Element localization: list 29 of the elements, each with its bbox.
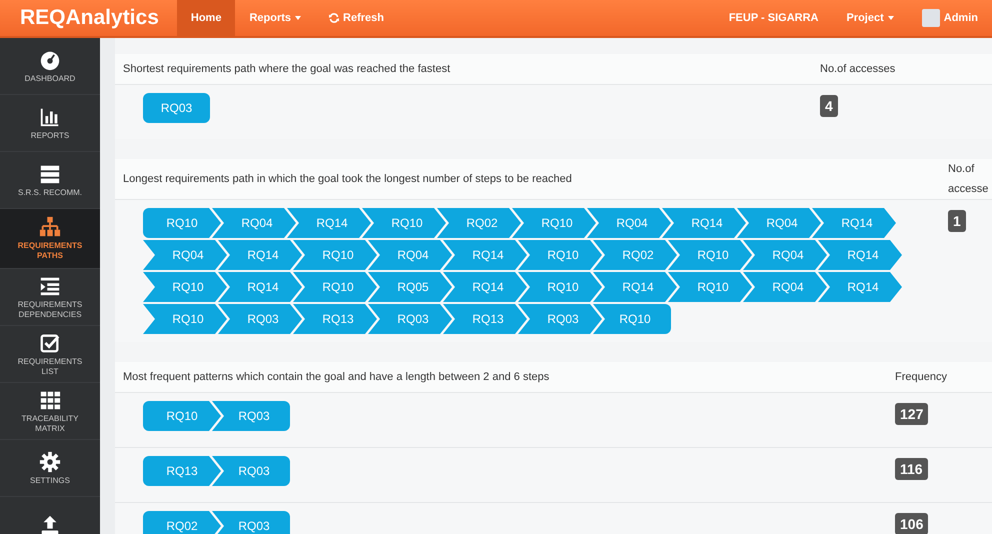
caret-icon (295, 16, 302, 20)
count-badge: 1 (948, 210, 966, 232)
path-step: RQ14 (818, 240, 902, 270)
path-step: RQ03 (212, 511, 290, 534)
caret-icon (888, 16, 894, 20)
column-header: Frequency (895, 370, 948, 385)
avatar-icon (922, 9, 940, 27)
checkbox-icon (39, 332, 61, 354)
sidebar-item[interactable]: REQUIREMENTS PATHS (0, 209, 100, 269)
count-badge: 106 (895, 513, 928, 534)
nav-tab[interactable]: Home (176, 0, 236, 36)
column-header: No.of accesses (820, 62, 896, 77)
path-step: RQ03 (212, 456, 290, 486)
section-title: Shortest requirements path where the goal was reached the fastest (123, 63, 452, 75)
section-title: Most frequent patterns which contain the goal and have a length between 2 and 6 steps (123, 371, 550, 383)
path-step: RQ14 (818, 272, 902, 302)
count-badge: 116 (895, 458, 928, 480)
section-title: Longest requirements path in which the goal took the longest number of steps to be reached (123, 173, 573, 185)
path-step: RQ10 (593, 304, 671, 334)
refresh-icon (329, 13, 340, 23)
settings-icon (39, 450, 61, 472)
path-step: RQ03 (212, 401, 290, 431)
count-badge: 4 (820, 95, 838, 117)
path-step: RQ03 (143, 93, 210, 123)
column-header: No.of accesse (948, 162, 990, 197)
count-badge: 127 (895, 403, 928, 425)
upload-icon (39, 514, 61, 534)
sitemap-icon (39, 216, 61, 238)
path-step: RQ14 (812, 208, 896, 238)
